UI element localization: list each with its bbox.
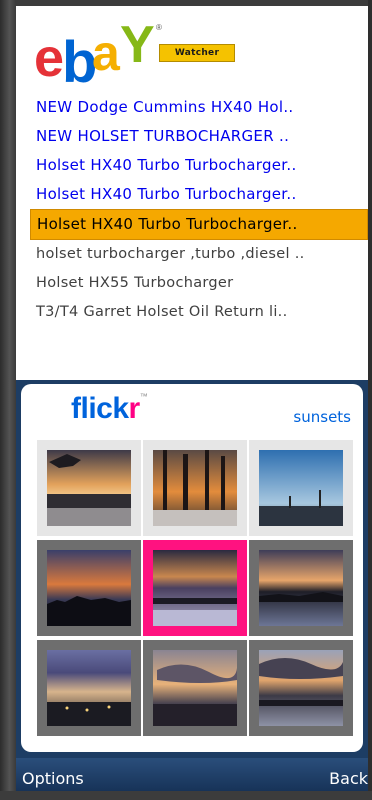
ebay-item-list: NEW Dodge Cummins HX40 Hol.. NEW HOLSET … xyxy=(16,93,368,327)
flickr-card: flickr™ sunsets xyxy=(21,384,363,752)
flickr-tag-link[interactable]: sunsets xyxy=(293,408,351,426)
photo-grid xyxy=(37,440,353,740)
photo-tile[interactable] xyxy=(143,440,247,536)
list-item[interactable]: NEW HOLSET TURBOCHARGER .. xyxy=(16,122,368,151)
watcher-badge: Watcher xyxy=(159,44,235,62)
photo-thumbnail xyxy=(47,650,131,726)
svg-text:b: b xyxy=(62,30,96,86)
svg-text:e: e xyxy=(34,28,63,86)
list-item[interactable]: Holset HX40 Turbo Turbocharger.. xyxy=(16,180,368,209)
photo-thumbnail xyxy=(259,450,343,526)
photo-thumbnail xyxy=(47,550,131,626)
photo-tile[interactable] xyxy=(249,540,353,636)
photo-tile[interactable] xyxy=(249,640,353,736)
photo-thumbnail xyxy=(259,550,343,626)
list-item[interactable]: holset turbocharger ,turbo ,diesel .. xyxy=(16,240,368,269)
flickr-logo: flickr™ xyxy=(71,392,148,425)
list-item[interactable]: T3/T4 Garret Holset Oil Return li.. xyxy=(16,298,368,327)
list-item[interactable]: Holset HX55 Turbocharger xyxy=(16,269,368,298)
photo-tile[interactable] xyxy=(37,640,141,736)
photo-thumbnail xyxy=(47,450,131,526)
photo-tile[interactable] xyxy=(37,540,141,636)
photo-thumbnail xyxy=(259,650,343,726)
photo-tile[interactable] xyxy=(143,640,247,736)
photo-thumbnail xyxy=(153,550,237,626)
photo-thumbnail xyxy=(153,650,237,726)
photo-tile[interactable] xyxy=(249,440,353,536)
flickr-widget: flickr™ sunsets xyxy=(16,380,368,758)
softkey-bar: Options Back xyxy=(16,758,368,791)
list-item[interactable]: NEW Dodge Cummins HX40 Hol.. xyxy=(16,93,368,122)
svg-text:Y: Y xyxy=(120,18,155,74)
photo-tile-selected[interactable] xyxy=(143,540,247,636)
list-item[interactable]: Holset HX40 Turbo Turbocharger.. xyxy=(16,151,368,180)
photo-tile[interactable] xyxy=(37,440,141,536)
options-softkey[interactable]: Options xyxy=(22,758,84,791)
back-softkey[interactable]: Back xyxy=(329,758,368,791)
right-rail xyxy=(368,0,372,791)
svg-text:®: ® xyxy=(156,23,162,32)
svg-text:a: a xyxy=(92,25,121,81)
ebay-watcher-widget: e b a Y ® Watcher NEW Dodge Cummins HX40… xyxy=(16,6,368,380)
list-item-selected[interactable]: Holset HX40 Turbo Turbocharger.. xyxy=(30,209,368,240)
photo-thumbnail xyxy=(153,450,237,526)
left-rail xyxy=(0,0,16,791)
